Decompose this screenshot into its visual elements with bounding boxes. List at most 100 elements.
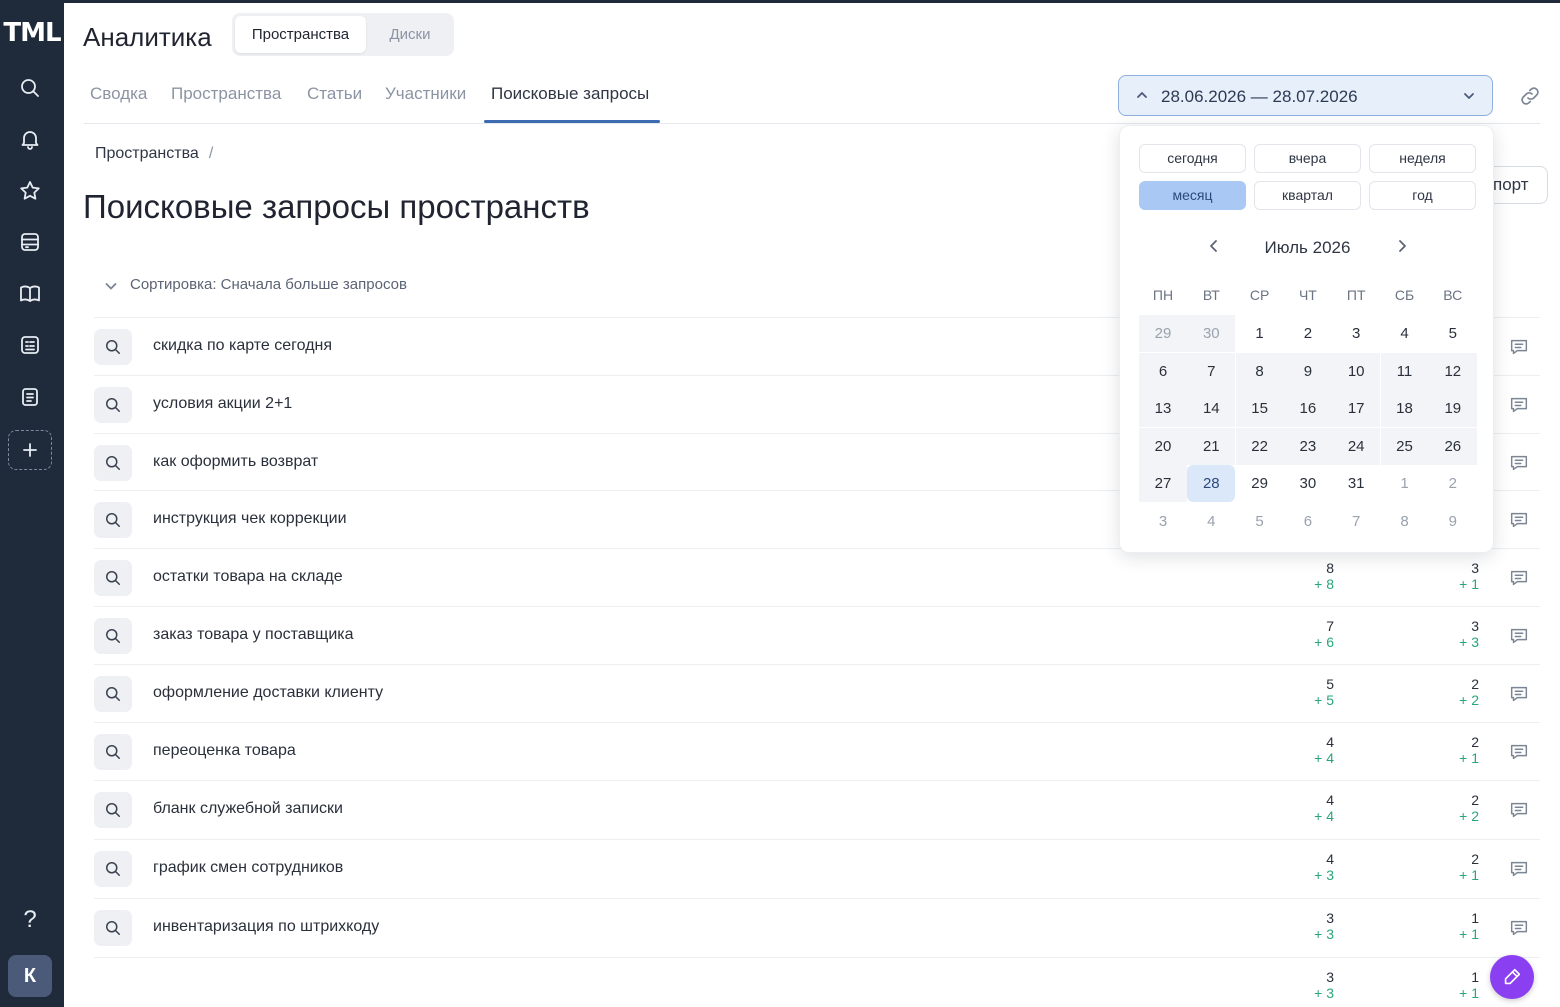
article-icon[interactable] <box>8 325 52 365</box>
query-text[interactable]: заказ товара у поставщика <box>153 626 354 644</box>
preset-year[interactable]: год <box>1369 181 1476 210</box>
calendar-day[interactable]: 7 <box>1332 503 1380 540</box>
table-row[interactable]: инвентаризация по штрихкоду 3 + 3 1 + 1 <box>94 898 1540 956</box>
calendar-day[interactable]: 17 <box>1332 390 1381 427</box>
calendar-day[interactable]: 9 <box>1283 352 1332 390</box>
calendar-day[interactable]: 3 <box>1332 315 1380 352</box>
comment-icon[interactable] <box>1508 625 1530 647</box>
calendar-day[interactable]: 30 <box>1284 465 1332 502</box>
calendar-day[interactable]: 23 <box>1283 427 1332 465</box>
preset-today[interactable]: сегодня <box>1139 144 1246 173</box>
comment-icon[interactable] <box>1508 336 1530 358</box>
tab-articles[interactable]: Статьи <box>307 84 362 104</box>
notes-icon[interactable] <box>8 377 52 417</box>
query-text[interactable]: оформление доставки клиенту <box>153 684 383 702</box>
tab-spaces[interactable]: Пространства <box>171 84 281 104</box>
calendar-day[interactable]: 31 <box>1332 465 1380 502</box>
calendar-day[interactable]: 29 <box>1236 465 1284 502</box>
comment-icon[interactable] <box>1508 799 1530 821</box>
calendar-day[interactable]: 6 <box>1284 503 1332 540</box>
link-icon[interactable] <box>1518 84 1542 108</box>
query-text[interactable]: скидка по карте сегодня <box>153 337 332 355</box>
comment-icon[interactable] <box>1508 917 1530 939</box>
table-row[interactable]: остатки товара на складе 8 + 8 3 + 1 <box>94 548 1540 606</box>
calendar-day[interactable]: 19 <box>1428 390 1477 427</box>
calendar-day[interactable]: 5 <box>1236 503 1284 540</box>
table-row[interactable]: бланк служебной записки 4 + 4 2 + 2 <box>94 780 1540 838</box>
edit-fab[interactable] <box>1490 955 1534 999</box>
calendar-day[interactable]: 1 <box>1381 465 1429 502</box>
table-row[interactable]: переоценка товара 4 + 4 2 + 1 <box>94 722 1540 780</box>
tab-search-queries[interactable]: Поисковые запросы <box>491 84 649 104</box>
calendar-day[interactable]: 13 <box>1139 390 1187 427</box>
calendar-day[interactable]: 2 <box>1429 465 1477 502</box>
preset-quarter[interactable]: квартал <box>1254 181 1361 210</box>
calendar-day[interactable]: 2 <box>1284 315 1332 352</box>
calendar-day[interactable]: 10 <box>1332 352 1381 390</box>
calendar-day[interactable]: 12 <box>1428 352 1477 390</box>
comment-icon[interactable] <box>1508 394 1530 416</box>
preset-yesterday[interactable]: вчера <box>1254 144 1361 173</box>
calendar-day[interactable]: 7 <box>1187 352 1236 390</box>
avatar[interactable]: К <box>8 955 52 997</box>
query-text[interactable]: условия акции 2+1 <box>153 395 292 413</box>
calendar-day[interactable]: 16 <box>1283 390 1332 427</box>
calendar-day[interactable]: 14 <box>1187 390 1236 427</box>
calendar-day[interactable]: 3 <box>1139 503 1187 540</box>
calendar-day[interactable]: 29 <box>1139 315 1187 352</box>
calendar-day[interactable]: 28 <box>1187 465 1236 502</box>
bell-icon[interactable] <box>8 119 52 159</box>
preset-week[interactable]: неделя <box>1369 144 1476 173</box>
logo[interactable]: TML <box>0 18 64 48</box>
tab-summary[interactable]: Сводка <box>90 84 147 104</box>
query-text[interactable]: переоценка товара <box>153 742 296 760</box>
query-text[interactable]: инструкция чек коррекции <box>153 510 347 528</box>
calendar-day[interactable]: 26 <box>1428 427 1477 465</box>
comment-icon[interactable] <box>1508 509 1530 531</box>
comment-icon[interactable] <box>1508 567 1530 589</box>
calendar-day[interactable]: 5 <box>1429 315 1477 352</box>
calendar-day[interactable]: 20 <box>1139 427 1187 465</box>
calendar-day[interactable]: 9 <box>1429 503 1477 540</box>
calendar-day[interactable]: 6 <box>1139 352 1187 390</box>
table-row[interactable]: оформление доставки клиенту 5 + 5 2 + 2 <box>94 664 1540 722</box>
calendar-day[interactable]: 21 <box>1187 427 1236 465</box>
calendar-day[interactable]: 1 <box>1236 315 1284 352</box>
star-icon[interactable] <box>8 171 52 211</box>
calendar-day[interactable]: 11 <box>1380 352 1429 390</box>
help-icon[interactable]: ? <box>8 900 52 940</box>
table-row[interactable]: график смен сотрудников 4 + 3 2 + 1 <box>94 839 1540 897</box>
calendar-day[interactable]: 8 <box>1235 352 1284 390</box>
chevron-left-icon[interactable] <box>1204 236 1224 256</box>
comment-icon[interactable] <box>1508 683 1530 705</box>
calendar-day[interactable]: 27 <box>1139 465 1187 502</box>
chevron-right-icon[interactable] <box>1392 236 1412 256</box>
book-icon[interactable] <box>8 274 52 314</box>
comment-icon[interactable] <box>1508 858 1530 880</box>
calendar-day[interactable]: 18 <box>1380 390 1429 427</box>
calendar-day[interactable]: 30 <box>1187 315 1236 352</box>
table-row[interactable]: 3 + 3 1 + 1 <box>94 957 1540 1007</box>
breadcrumb-spaces[interactable]: Пространства <box>95 145 199 162</box>
add-icon[interactable] <box>8 430 52 470</box>
segment-spaces[interactable]: Пространства <box>235 16 366 53</box>
calendar-day[interactable]: 4 <box>1187 503 1235 540</box>
table-row[interactable]: заказ товара у поставщика 7 + 6 3 + 3 <box>94 606 1540 664</box>
preset-month[interactable]: месяц <box>1139 181 1246 210</box>
calendar-day[interactable]: 25 <box>1380 427 1429 465</box>
date-range-picker[interactable]: 28.06.2026 — 28.07.2026 <box>1118 75 1493 116</box>
query-text[interactable]: инвентаризация по штрихкоду <box>153 918 379 936</box>
query-text[interactable]: как оформить возврат <box>153 453 318 471</box>
query-text[interactable]: график смен сотрудников <box>153 859 343 877</box>
query-text[interactable]: бланк служебной записки <box>153 800 343 818</box>
comment-icon[interactable] <box>1508 741 1530 763</box>
calendar-day[interactable]: 8 <box>1381 503 1429 540</box>
search-icon[interactable] <box>8 68 52 108</box>
calendar-day[interactable]: 15 <box>1235 390 1284 427</box>
calendar-day[interactable]: 4 <box>1381 315 1429 352</box>
calendar-day[interactable]: 22 <box>1235 427 1284 465</box>
sort-control[interactable]: Сортировка: Сначала больше запросов <box>104 276 407 293</box>
comment-icon[interactable] <box>1508 452 1530 474</box>
query-text[interactable]: остатки товара на складе <box>153 568 343 586</box>
storage-icon[interactable] <box>8 222 52 262</box>
